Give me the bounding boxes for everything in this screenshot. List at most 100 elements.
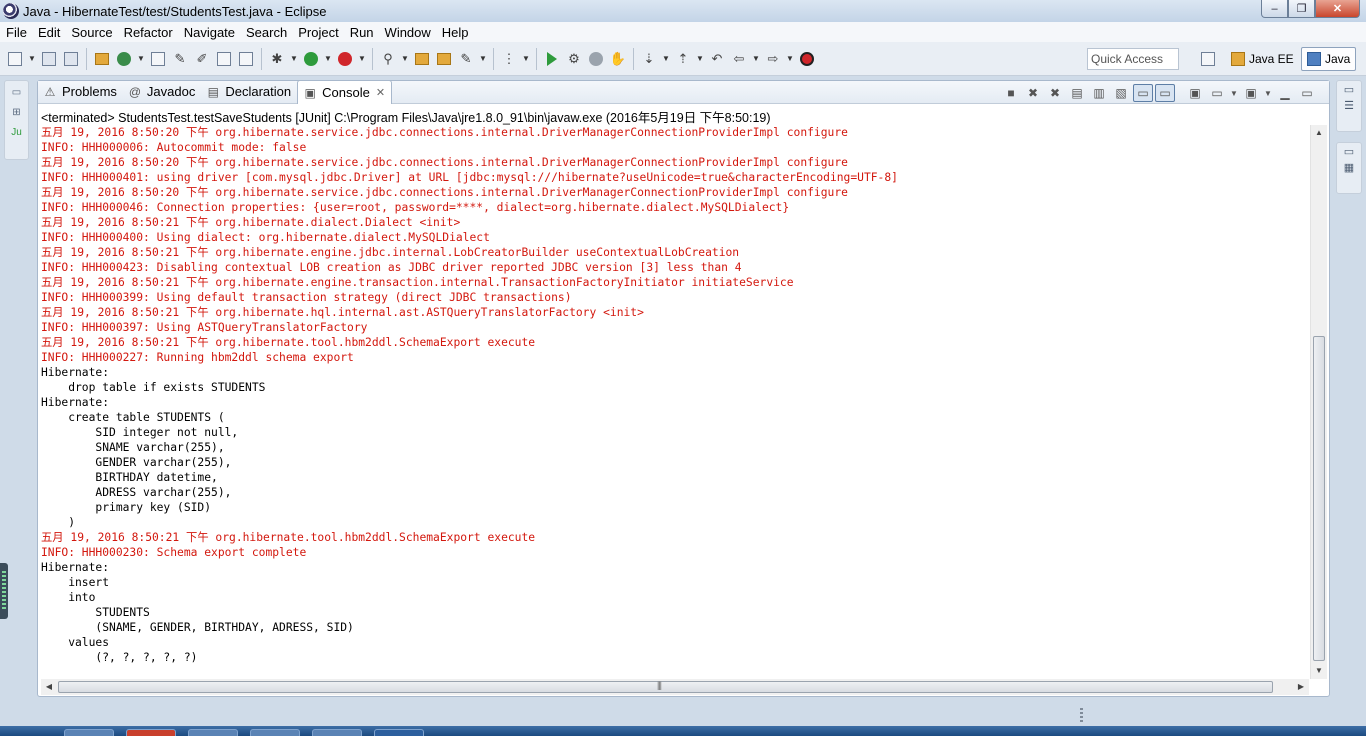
scroll-down-icon[interactable]: ▼ [1311,663,1327,679]
prev-annotation-icon[interactable]: ⇡ [672,48,694,70]
taskbar-button[interactable] [312,729,362,736]
pin-console-icon[interactable]: ▣ [1185,84,1205,102]
new-server-icon[interactable] [147,48,169,70]
horizontal-scroll-thumb[interactable] [58,680,1273,693]
back-dropdown-icon[interactable]: ▼ [750,48,762,70]
run-icon[interactable] [300,48,322,70]
horizontal-scrollbar[interactable]: ◀ ▶ [41,679,1309,695]
minimize-view-icon[interactable]: ▁ [1275,84,1295,102]
pen-dropdown-icon[interactable]: ▼ [477,48,489,70]
debug-tools-icon[interactable]: ⚙ [563,48,585,70]
display-console-icon[interactable]: ▭ [1207,84,1227,102]
back-icon[interactable]: ⇦ [728,48,750,70]
menu-navigate[interactable]: Navigate [178,25,240,40]
redhat-icon[interactable] [796,48,818,70]
prev-annotation-dropdown-icon[interactable]: ▼ [694,48,706,70]
resume-icon[interactable] [541,48,563,70]
marker-icon[interactable]: ⋮ [498,48,520,70]
restore-icon[interactable]: ▭ [9,87,25,101]
page-icon[interactable] [213,48,235,70]
last-edit-icon[interactable]: ↶ [706,48,728,70]
junit-icon[interactable]: Ju [9,127,25,141]
scroll-up-icon[interactable]: ▲ [1311,125,1327,141]
edit-icon[interactable]: ✐ [191,48,213,70]
taskbar-button[interactable] [374,729,424,736]
scroll-left-icon[interactable]: ◀ [41,679,57,695]
vertical-scrollbar[interactable]: ▲ ▼ [1310,125,1327,679]
restore-icon[interactable]: ▭ [1341,83,1357,96]
search-icon[interactable]: ⚲ [377,48,399,70]
new-dropdown-icon[interactable]: ▼ [26,48,38,70]
terminate-icon[interactable] [585,48,607,70]
menu-source[interactable]: Source [65,25,117,40]
hierarchy-icon[interactable]: ⊞ [9,107,25,121]
close-tab-icon[interactable]: ✕ [376,86,385,99]
taskbar-button[interactable] [126,729,176,736]
vertical-scroll-thumb[interactable] [1313,336,1325,661]
refresh-dropdown-icon[interactable]: ▼ [135,48,147,70]
quick-access-input[interactable]: Quick Access [1087,48,1179,70]
open-console-icon[interactable]: ▣ [1241,84,1261,102]
tab-javadoc[interactable]: @ Javadoc [123,80,201,103]
status-bar-grip[interactable] [1080,708,1083,722]
console-output[interactable]: 五月 19, 2016 8:50:20 下午 org.hibernate.ser… [41,125,1309,677]
terminate-icon[interactable]: ■ [1001,84,1021,102]
next-annotation-icon[interactable]: ⇣ [638,48,660,70]
scroll-right-icon[interactable]: ▶ [1293,679,1309,695]
hand-icon[interactable]: ✋ [607,48,629,70]
open-console-dropdown-icon[interactable]: ▼ [1263,84,1273,102]
ant-icon[interactable]: ✎ [169,48,191,70]
menu-project[interactable]: Project [292,25,343,40]
remove-all-icon[interactable]: ✖ [1045,84,1065,102]
close-button[interactable]: ✕ [1315,0,1360,18]
debug-dropdown-icon[interactable]: ▼ [288,48,300,70]
page2-icon[interactable] [235,48,257,70]
open-type-icon[interactable] [411,48,433,70]
build-icon[interactable] [91,48,113,70]
maximize-view-icon[interactable]: ▭ [1297,84,1317,102]
task-list-icon[interactable]: ☰ [1341,99,1357,115]
scroll-lock-icon[interactable]: ▥ [1089,84,1109,102]
open-resource-icon[interactable] [433,48,455,70]
taskbar-button[interactable] [64,729,114,736]
menu-search[interactable]: Search [240,25,292,40]
marker-dropdown-icon[interactable]: ▼ [520,48,532,70]
tab-declaration[interactable]: ▤ Declaration [201,80,297,103]
menu-edit[interactable]: Edit [32,25,65,40]
menu-refactor[interactable]: Refactor [118,25,178,40]
tab-console[interactable]: ▣ Console ✕ [297,80,393,104]
run-dropdown-icon[interactable]: ▼ [322,48,334,70]
new-icon[interactable] [4,48,26,70]
show-on-stderr-icon[interactable]: ▭ [1155,84,1175,102]
menu-run[interactable]: Run [344,25,379,40]
word-wrap-icon[interactable]: ▧ [1111,84,1131,102]
menu-help[interactable]: Help [436,25,474,40]
taskbar-button[interactable] [188,729,238,736]
clear-console-icon[interactable]: ▤ [1067,84,1087,102]
outline-icon[interactable]: ▦ [1341,161,1357,177]
open-perspective-button[interactable] [1196,47,1224,71]
menu-file[interactable]: File [0,25,32,40]
restore-icon[interactable]: ▭ [1341,145,1357,158]
show-on-stdout-icon[interactable]: ▭ [1133,84,1153,102]
perspective-java[interactable]: Java [1301,47,1357,71]
side-grip-handle[interactable] [0,563,8,619]
minimize-button[interactable]: – [1261,0,1288,18]
external-tools-icon[interactable] [334,48,356,70]
remove-launch-icon[interactable]: ✖ [1023,84,1043,102]
forward-dropdown-icon[interactable]: ▼ [784,48,796,70]
taskbar-button[interactable] [250,729,300,736]
forward-icon[interactable]: ⇨ [762,48,784,70]
perspective-java-ee[interactable]: Java EE [1226,47,1299,71]
menu-window[interactable]: Window [379,25,436,40]
display-console-dropdown-icon[interactable]: ▼ [1229,84,1239,102]
search-dropdown-icon[interactable]: ▼ [399,48,411,70]
external-tools-dropdown-icon[interactable]: ▼ [356,48,368,70]
refresh-icon[interactable] [113,48,135,70]
debug-icon[interactable]: ✱ [266,48,288,70]
tab-problems[interactable]: ⚠ Problems [38,80,123,103]
next-annotation-dropdown-icon[interactable]: ▼ [660,48,672,70]
save-icon[interactable] [38,48,60,70]
maximize-button[interactable]: ❐ [1288,0,1315,18]
pen-icon[interactable]: ✎ [455,48,477,70]
